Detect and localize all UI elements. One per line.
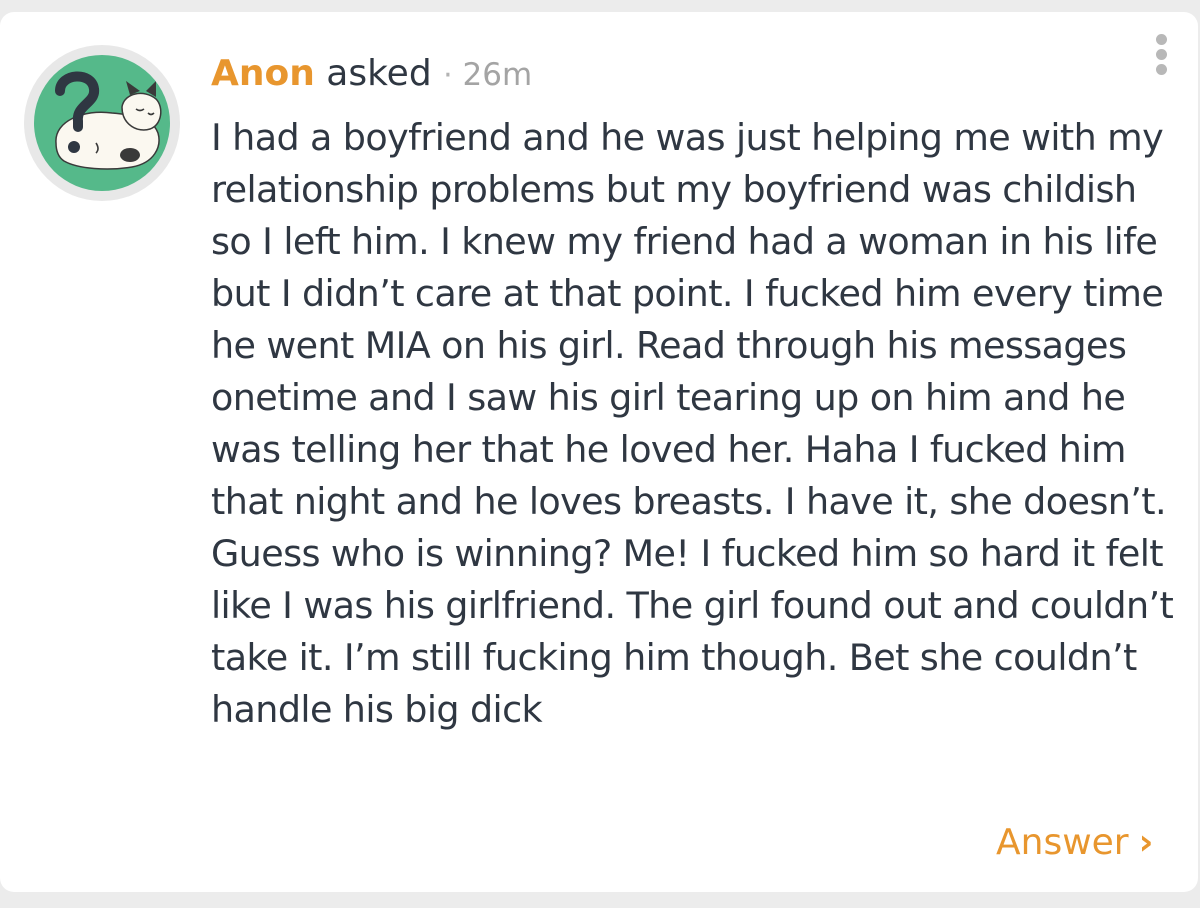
author-name[interactable]: Anon [211, 53, 315, 94]
question-text: I had a boyfriend and he was just helpin… [211, 116, 1174, 731]
question-header: Anon asked · 26m [211, 50, 532, 100]
chevron-right-icon: › [1138, 822, 1154, 863]
answer-label: Answer [996, 822, 1129, 863]
more-options-menu[interactable] [1148, 34, 1174, 84]
separator-dot: · [443, 58, 453, 93]
vertical-dots-icon [1155, 64, 1167, 75]
answer-button[interactable]: Answer › [996, 820, 1153, 866]
asked-label: asked [314, 53, 444, 94]
question-card: Anon asked · 26m I had a boyfriend and h… [0, 12, 1198, 892]
timestamp: 26m [452, 57, 533, 93]
vertical-dots-icon [1155, 34, 1167, 45]
vertical-dots-icon [1155, 49, 1167, 60]
avatar[interactable] [24, 45, 180, 201]
cat-question-mark-icon [34, 55, 170, 191]
